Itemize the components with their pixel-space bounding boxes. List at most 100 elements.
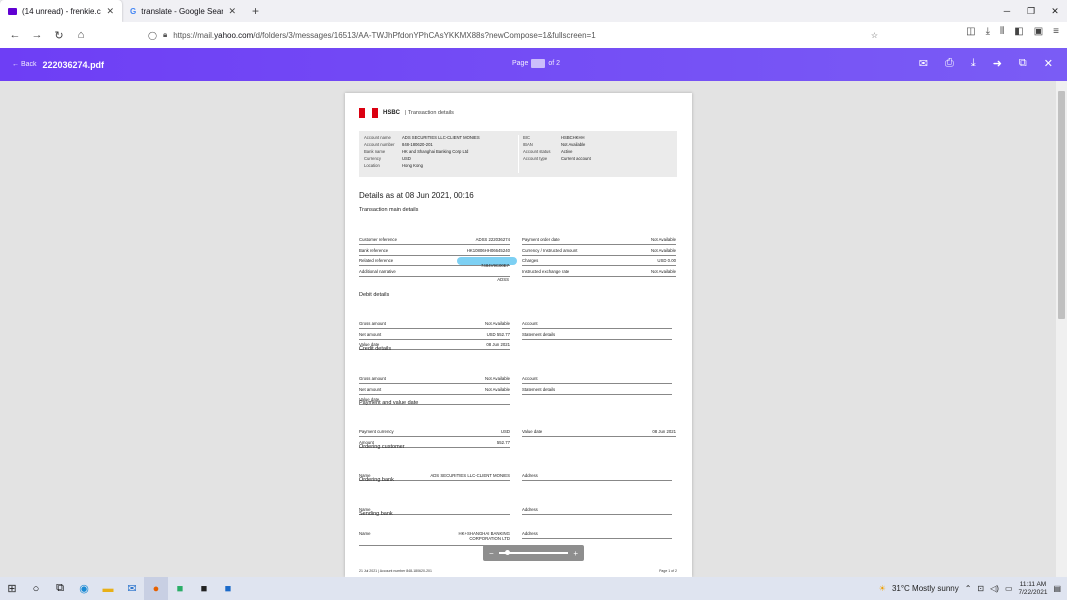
row-value: Not Available	[650, 247, 676, 253]
info-label: Account name	[364, 135, 391, 140]
close-icon[interactable]: ✕	[1044, 57, 1053, 70]
forward-icon[interactable]: ➜	[993, 57, 1002, 70]
restore-button[interactable]: ❐	[1019, 0, 1043, 22]
task-view-icon[interactable]: ⧉	[48, 577, 72, 600]
info-label: IBAN	[523, 142, 533, 147]
credit-left-row: Net amount Not Available	[359, 385, 510, 395]
weather-icon: ☀	[878, 584, 886, 593]
tab-bar: (14 unread) - frenkie.chew@yal ✕ G trans…	[0, 0, 1067, 22]
tab-yahoo-mail[interactable]: (14 unread) - frenkie.chew@yal ✕	[0, 0, 122, 22]
xm-app-icon[interactable]: ■	[192, 577, 216, 600]
menu-icon[interactable]: ≡	[1053, 26, 1059, 37]
info-label: Account number	[364, 142, 395, 147]
reload-button[interactable]: ↻	[48, 29, 70, 42]
row-label: Account	[522, 376, 538, 381]
clock[interactable]: 11:11 AM 7/22/2021	[1019, 581, 1048, 597]
narrative-value-1: 7484V9C00E7	[481, 263, 509, 268]
info-label: Account type	[523, 156, 548, 161]
taskbar: ⊞ ○ ⧉ ◉ ▬ ✉ ● ■ ■ ■ ☀ 31°C Mostly sunny …	[0, 577, 1067, 600]
page-number-input[interactable]	[531, 59, 546, 68]
mail-app-icon[interactable]: ✉	[120, 577, 144, 600]
scrollbar[interactable]	[1056, 81, 1067, 577]
tab-google-search[interactable]: G translate - Google Search ✕	[122, 0, 244, 22]
close-tab-icon[interactable]: ✕	[228, 6, 236, 17]
main-right-row: Instructed exchange rate Not Available	[522, 267, 676, 277]
url-bar[interactable]: ◯ 🔒︎ https://mail.yahoo.com/d/folders/3/…	[148, 26, 888, 44]
new-tab-button[interactable]: +	[244, 0, 267, 22]
search-icon[interactable]: ○	[24, 577, 48, 600]
lock-icon: 🔒︎	[162, 30, 168, 39]
row-label: Name	[359, 531, 371, 536]
open-external-icon[interactable]: ⧉	[1019, 57, 1027, 70]
back-button[interactable]: ←	[4, 29, 26, 41]
main-details-title: Transaction main details	[359, 207, 419, 213]
sidebar-icon[interactable]: ◧	[1014, 26, 1023, 37]
row-label: Gross amount	[359, 321, 386, 326]
page-total: of 2	[548, 60, 561, 67]
page-label: Page	[512, 60, 529, 67]
url-text: https://mail.yahoo.com/d/folders/3/messa…	[173, 30, 596, 40]
info-value: ADS SECURITIES LLC-CLIENT MONIES	[402, 135, 480, 140]
info-label: Bank name	[364, 149, 386, 154]
sending-bank-title: Sending bank	[359, 511, 393, 517]
library-icon[interactable]: ⫴	[1000, 26, 1004, 37]
page-indicator: Page of 2	[512, 59, 560, 68]
info-value: Active	[561, 149, 573, 154]
bank-name: HSBC	[383, 110, 401, 116]
battery-icon[interactable]: ▭	[1005, 584, 1013, 593]
details-as-at: Details as at 08 Jun 2021, 00:16	[359, 191, 474, 200]
credit-right-row: Statement details	[522, 385, 672, 395]
row-label: Statement details	[522, 386, 556, 392]
close-tab-icon[interactable]: ✕	[106, 6, 114, 17]
home-button[interactable]: ⌂	[70, 29, 92, 41]
footer-right: Page 1 of 2	[659, 569, 677, 573]
bookmark-star-icon[interactable]: ☆	[871, 31, 878, 40]
row-label: Related reference	[359, 258, 394, 263]
minimize-button[interactable]: ─	[995, 0, 1019, 22]
network-icon[interactable]: ⊡	[977, 584, 984, 593]
email-icon[interactable]: ✉	[919, 57, 928, 70]
row-label: Address	[522, 473, 538, 478]
debit-left-row: Gross amount Not Available	[359, 319, 510, 329]
chevron-up-icon[interactable]: ⌃	[965, 584, 972, 593]
back-link[interactable]: ← Back	[12, 61, 37, 68]
payment-value-left-row: Payment currency USD	[359, 427, 510, 437]
zoom-in-button[interactable]: +	[573, 549, 578, 558]
credit-details-title: Credit details	[359, 346, 392, 352]
extensions-icon[interactable]: ▣	[1034, 26, 1043, 37]
weather-text[interactable]: 31°C Mostly sunny	[892, 584, 959, 593]
row-label: Payment order date	[522, 237, 560, 242]
hsbc-logo	[359, 108, 378, 118]
print-icon[interactable]: ⎙	[945, 57, 954, 70]
download-icon[interactable]: ⤓	[971, 57, 976, 70]
photos-app-icon[interactable]: ■	[216, 577, 240, 600]
scrollbar-thumb[interactable]	[1058, 91, 1065, 319]
notifications-icon[interactable]: ▤	[1053, 584, 1061, 593]
file-explorer-icon[interactable]: ▬	[96, 577, 120, 600]
windows-start-icon[interactable]: ⊞	[0, 577, 24, 600]
firefox-icon[interactable]: ●	[144, 577, 168, 600]
zoom-slider[interactable]	[498, 550, 569, 555]
close-window-button[interactable]: ✕	[1043, 0, 1067, 22]
ordering-customer-title: Ordering customer	[359, 444, 405, 450]
main-left-row: Bank reference HK10806HH06645240	[359, 246, 510, 256]
row-label: Net amount	[359, 331, 382, 337]
info-value: HK and Shanghai Banking Corp Ltd	[402, 149, 469, 154]
pocket-icon[interactable]: ◫	[966, 26, 975, 37]
row-label: Charges	[522, 258, 539, 263]
volume-icon[interactable]: ◁)	[990, 584, 999, 593]
row-value: Not Available	[484, 321, 510, 326]
edge-icon[interactable]: ◉	[72, 577, 96, 600]
forward-button[interactable]: →	[26, 29, 48, 41]
main-left-row: Additional narrative	[359, 267, 510, 277]
credit-right-row: Account	[522, 374, 672, 384]
row-value: ADS SECURITIES LLC-CLIENT MONIES	[430, 473, 510, 478]
zoom-out-button[interactable]: −	[489, 549, 494, 558]
attachment-viewer-toolbar: ← Back 222036274.pdf Page of 2 ✉ ⎙ ⤓ ➜ ⧉…	[0, 48, 1067, 81]
wechat-icon[interactable]: ■	[168, 577, 192, 600]
info-value: USD	[402, 156, 411, 161]
debit-right-row: Statement details	[522, 330, 672, 340]
download-icon[interactable]: ⤓	[986, 26, 990, 37]
row-value: Not Available	[650, 268, 676, 274]
row-value: 552.77	[496, 439, 510, 445]
